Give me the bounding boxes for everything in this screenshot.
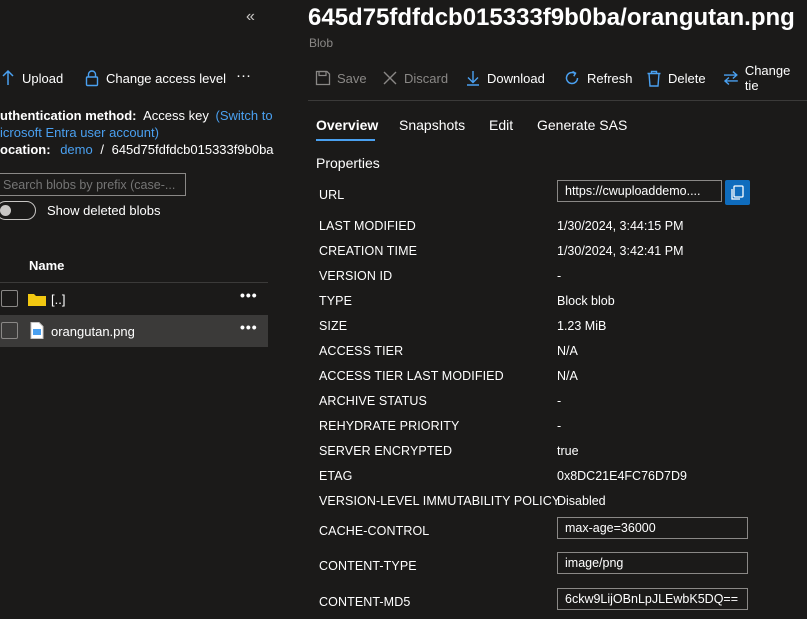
file-image-icon	[30, 322, 44, 339]
auth-method: uthentication method: Access key (Switch…	[0, 108, 273, 123]
row-checkbox[interactable]	[1, 290, 18, 307]
property-label-content-md5: CONTENT-MD5	[319, 595, 411, 609]
property-label: CREATION TIME	[319, 244, 418, 258]
property-label: SERVER ENCRYPTED	[319, 444, 453, 458]
row-more-button[interactable]: •••	[240, 287, 258, 303]
page-title: 645d75fdfdcb015333f9b0ba/orangutan.png	[308, 4, 795, 31]
property-label: REHYDRATE PRIORITY	[319, 419, 460, 433]
close-icon	[383, 71, 397, 85]
property-value: Disabled	[557, 494, 606, 508]
location-label: ocation:	[0, 142, 51, 157]
tab-snapshots[interactable]: Snapshots	[399, 117, 465, 133]
property-label: ETAG	[319, 469, 353, 483]
change-tier-label: Change tie	[744, 63, 791, 93]
tab-edit[interactable]: Edit	[489, 117, 513, 133]
tab-generate-sas[interactable]: Generate SAS	[537, 117, 627, 133]
swap-icon	[723, 71, 738, 85]
change-access-level-button[interactable]: Change access level	[84, 66, 226, 90]
toggle-knob	[0, 205, 11, 216]
download-button[interactable]: Download	[465, 66, 545, 90]
search-blobs-input[interactable]	[0, 173, 186, 196]
location-separator: /	[100, 142, 104, 157]
list-item-name[interactable]: orangutan.png	[51, 324, 135, 339]
download-icon	[467, 71, 479, 86]
column-header-name[interactable]: Name	[29, 258, 64, 273]
refresh-icon	[565, 70, 579, 85]
url-field[interactable]: https://cwuploaddemo....	[557, 180, 722, 202]
property-value: 1/30/2024, 3:42:41 PM	[557, 244, 684, 258]
collapse-panel-button[interactable]: «	[246, 8, 255, 26]
property-value: 1/30/2024, 3:44:15 PM	[557, 219, 684, 233]
upload-button[interactable]: Upload	[0, 66, 63, 90]
upload-label: Upload	[22, 70, 64, 86]
list-item[interactable]: [..] •••	[0, 283, 268, 314]
delete-button[interactable]: Delete	[646, 66, 706, 90]
more-actions-button[interactable]: ···	[236, 67, 251, 84]
change-tier-button[interactable]: Change tie	[723, 63, 807, 93]
row-checkbox[interactable]	[1, 322, 18, 339]
property-value: -	[557, 419, 562, 433]
property-label: ACCESS TIER LAST MODIFIED	[319, 369, 504, 383]
cache-control-field[interactable]: max-age=36000	[557, 517, 748, 539]
auth-method-value: Access key	[143, 108, 209, 123]
change-access-level-label: Change access level	[106, 70, 226, 86]
container-link[interactable]: demo	[60, 142, 93, 157]
property-label: ARCHIVE STATUS	[319, 394, 427, 408]
lock-icon	[85, 70, 99, 87]
property-value: -	[557, 269, 562, 283]
row-more-button[interactable]: •••	[240, 319, 258, 335]
content-md5-field[interactable]: 6ckw9LijOBnLpJLEwbK5DQ==	[557, 588, 748, 610]
save-icon	[315, 70, 331, 86]
switch-auth-link[interactable]: (Switch to	[216, 108, 273, 123]
section-title: Properties	[316, 155, 380, 171]
delete-label: Delete	[668, 70, 706, 86]
property-label: VERSION-LEVEL IMMUTABILITY POLICY	[319, 494, 561, 508]
save-button[interactable]: Save	[315, 66, 367, 90]
copy-icon	[731, 185, 744, 200]
property-value: -	[557, 394, 562, 408]
folder-icon	[28, 294, 46, 306]
property-label-content-type: CONTENT-TYPE	[319, 559, 417, 573]
property-value: Block blob	[557, 294, 615, 308]
location: ocation: demo / 645d75fdfdcb015333f9b0ba	[0, 142, 274, 157]
page-subtitle: Blob	[309, 36, 334, 50]
tab-overview[interactable]: Overview	[316, 117, 378, 133]
show-deleted-label: Show deleted blobs	[47, 203, 161, 218]
property-label: LAST MODIFIED	[319, 219, 416, 233]
property-label-url: URL	[319, 188, 345, 202]
download-label: Download	[487, 70, 545, 86]
discard-label: Discard	[404, 70, 449, 86]
toolbar-divider	[308, 100, 807, 101]
list-item-name[interactable]: [..]	[51, 292, 65, 307]
list-item-selected[interactable]: orangutan.png •••	[0, 315, 268, 347]
property-label: SIZE	[319, 319, 348, 333]
property-label: TYPE	[319, 294, 353, 308]
refresh-label: Refresh	[587, 70, 633, 86]
property-value: 1.23 MiB	[557, 319, 607, 333]
discard-button[interactable]: Discard	[382, 66, 448, 90]
tab-overview-underline	[316, 139, 375, 141]
switch-auth-link-cont[interactable]: icrosoft Entra user account)	[0, 125, 159, 140]
trash-icon	[647, 70, 661, 87]
property-label: VERSION ID	[319, 269, 393, 283]
location-path: 645d75fdfdcb015333f9b0ba	[111, 142, 274, 157]
upload-icon	[2, 69, 14, 85]
property-value: true	[557, 444, 579, 458]
property-label-cache-control: CACHE-CONTROL	[319, 524, 430, 538]
refresh-button[interactable]: Refresh	[563, 66, 633, 90]
property-value: N/A	[557, 344, 578, 358]
auth-method-label: uthentication method:	[0, 108, 137, 123]
property-value: 0x8DC21E4FC76D7D9	[557, 469, 687, 483]
save-label: Save	[337, 70, 367, 86]
property-label: ACCESS TIER	[319, 344, 404, 358]
property-value: N/A	[557, 369, 578, 383]
copy-url-button[interactable]	[725, 180, 750, 205]
show-deleted-toggle[interactable]	[0, 201, 36, 220]
content-type-field[interactable]: image/png	[557, 552, 748, 574]
